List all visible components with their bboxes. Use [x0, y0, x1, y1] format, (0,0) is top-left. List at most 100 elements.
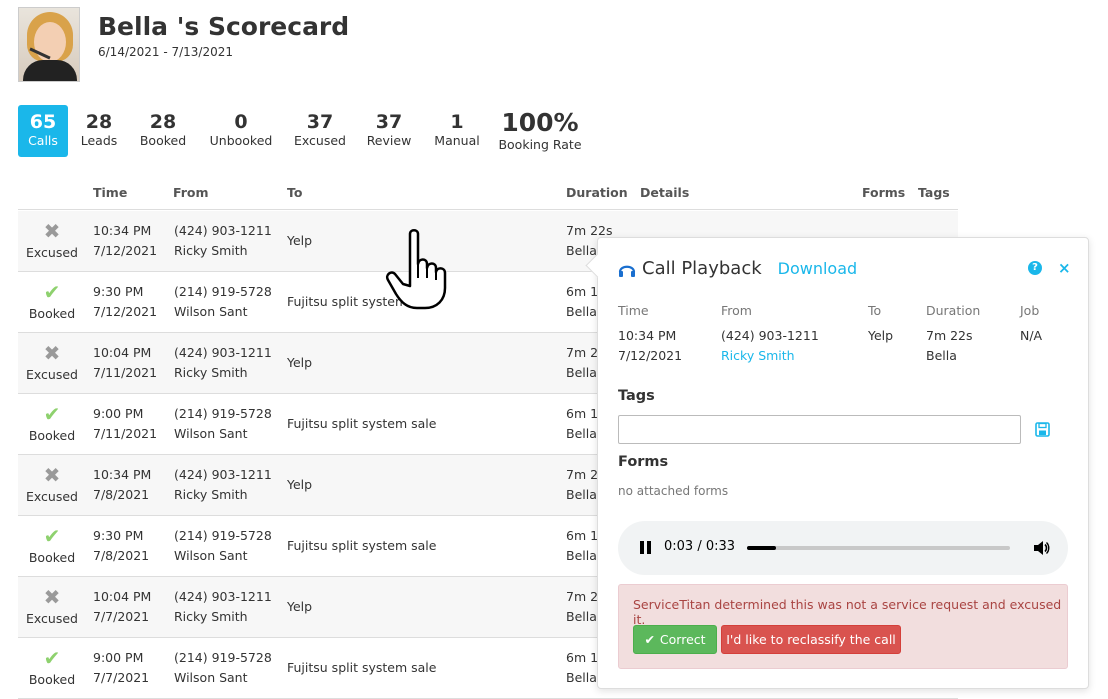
save-icon[interactable] — [1035, 422, 1050, 437]
correct-label: Correct — [659, 632, 706, 647]
avatar — [18, 7, 80, 82]
call-playback-panel: Call Playback Download ? × Time From To … — [597, 237, 1089, 689]
col-from[interactable]: From — [173, 185, 209, 200]
call-date: 7/8/2021 — [93, 487, 150, 502]
volume-icon[interactable] — [1033, 540, 1050, 556]
x-icon: ✖ — [43, 341, 61, 365]
caller-name: Wilson Sant — [174, 304, 248, 319]
close-icon[interactable]: × — [1058, 259, 1071, 277]
stat-manual[interactable]: 1 Manual — [424, 105, 490, 157]
caller-name: Ricky Smith — [174, 243, 248, 258]
caller-name: Ricky Smith — [174, 487, 248, 502]
label-job: Job — [1020, 303, 1040, 318]
caller-phone: (214) 919-5728 — [174, 650, 272, 665]
stat-label: Calls — [28, 133, 58, 148]
stat-booked[interactable]: 28 Booked — [130, 105, 196, 157]
calls-table-header: Time From To Duration Details Forms Tags — [18, 176, 958, 210]
tags-input[interactable] — [618, 415, 1021, 444]
call-duration: 7m 2 — [566, 467, 599, 482]
value-time: 10:34 PM — [618, 328, 677, 343]
call-agent: Bella — [566, 365, 597, 380]
check-icon: ✔ — [43, 280, 61, 304]
help-icon[interactable]: ? — [1028, 261, 1042, 275]
col-forms[interactable]: Forms — [862, 185, 905, 200]
value-duration: 7m 22s — [926, 328, 973, 343]
call-date: 7/8/2021 — [93, 548, 150, 563]
status-label: Excused — [25, 245, 78, 260]
stat-leads[interactable]: 28 Leads — [68, 105, 130, 157]
customer-link[interactable]: Ricky Smith — [721, 346, 795, 366]
call-duration: 6m 1 — [566, 650, 599, 665]
stat-value: 1 — [450, 111, 464, 133]
call-duration: 6m 1 — [566, 528, 599, 543]
pointer-hand-icon — [386, 229, 447, 310]
call-to: Fujitsu split system sale — [287, 416, 437, 431]
call-agent: Bella — [566, 609, 597, 624]
call-to: Fujitsu split system sale — [287, 538, 437, 553]
x-icon: ✖ — [43, 585, 61, 609]
call-to: Yelp — [287, 477, 313, 492]
call-duration: 7m 2 — [566, 345, 599, 360]
caller-name: Ricky Smith — [174, 609, 248, 624]
call-agent: Bella — [566, 304, 597, 319]
caller-phone: (424) 903-1211 — [174, 589, 272, 604]
player-time: 0:03 / 0:33 — [664, 539, 736, 554]
excused-alert: ServiceTitan determined this was not a s… — [618, 584, 1068, 669]
label-to: To — [868, 303, 882, 318]
call-date: 7/11/2021 — [93, 426, 158, 441]
download-link[interactable]: Download — [778, 259, 858, 278]
call-date: 7/7/2021 — [93, 609, 150, 624]
no-forms-text: no attached forms — [618, 484, 729, 498]
col-details[interactable]: Details — [640, 185, 689, 200]
stat-label: Unbooked — [209, 133, 273, 148]
call-to: Yelp — [287, 233, 313, 248]
label-time: Time — [618, 303, 649, 318]
caller-phone: (424) 903-1211 — [174, 467, 272, 482]
caller-phone: (424) 903-1211 — [174, 345, 272, 360]
date-range: 6/14/2021 - 7/13/2021 — [98, 45, 234, 59]
col-tags[interactable]: Tags — [918, 185, 950, 200]
pause-icon[interactable] — [640, 541, 652, 555]
stat-label: Manual — [434, 133, 480, 148]
status-label: Booked — [28, 428, 76, 443]
call-time: 10:34 PM — [93, 467, 152, 482]
page-title: Bella 's Scorecard — [98, 12, 350, 41]
stat-excused[interactable]: 37 Excused — [286, 105, 354, 157]
call-time: 9:30 PM — [93, 284, 144, 299]
value-to: Yelp — [868, 328, 894, 343]
correct-button[interactable]: ✔ Correct — [633, 625, 717, 654]
call-date: 7/12/2021 — [93, 243, 158, 258]
stat-value: 28 — [149, 111, 177, 133]
stat-label: Excused — [293, 133, 346, 148]
stat-value: 37 — [375, 111, 403, 133]
scorecard-page: Bella 's Scorecard 6/14/2021 - 7/13/2021… — [0, 0, 1108, 699]
x-icon: ✖ — [43, 219, 61, 243]
col-duration[interactable]: Duration — [566, 185, 628, 200]
forms-heading: Forms — [618, 454, 669, 470]
call-time: 9:00 PM — [93, 650, 144, 665]
call-date: 7/7/2021 — [93, 670, 150, 685]
call-date: 7/11/2021 — [93, 365, 158, 380]
col-to[interactable]: To — [287, 185, 302, 200]
call-time: 10:34 PM — [93, 223, 152, 238]
call-to: Fujitsu split system sale — [287, 660, 437, 675]
status-label: Excused — [25, 367, 78, 382]
col-time[interactable]: Time — [93, 185, 127, 200]
call-to: Yelp — [287, 355, 313, 370]
call-duration: 6m 1 — [566, 406, 599, 421]
x-icon: ✖ — [43, 463, 61, 487]
stat-calls[interactable]: 65 Calls — [18, 105, 68, 157]
check-icon: ✔ — [43, 524, 61, 548]
stat-review[interactable]: 37 Review — [354, 105, 424, 157]
stat-unbooked[interactable]: 0 Unbooked — [196, 105, 286, 157]
stat-value: 37 — [306, 111, 334, 133]
reclassify-button[interactable]: I'd like to reclassify the call — [721, 625, 901, 654]
label-duration: Duration — [926, 303, 981, 318]
label-from: From — [721, 303, 752, 318]
call-to: Yelp — [287, 599, 313, 614]
stat-value: 28 — [85, 111, 113, 133]
stat-booking-rate[interactable]: 100% Booking Rate — [490, 105, 590, 157]
call-agent: Bella — [566, 426, 597, 441]
alert-message: ServiceTitan determined this was not a s… — [633, 597, 1062, 627]
playback-progress[interactable] — [747, 546, 1010, 550]
